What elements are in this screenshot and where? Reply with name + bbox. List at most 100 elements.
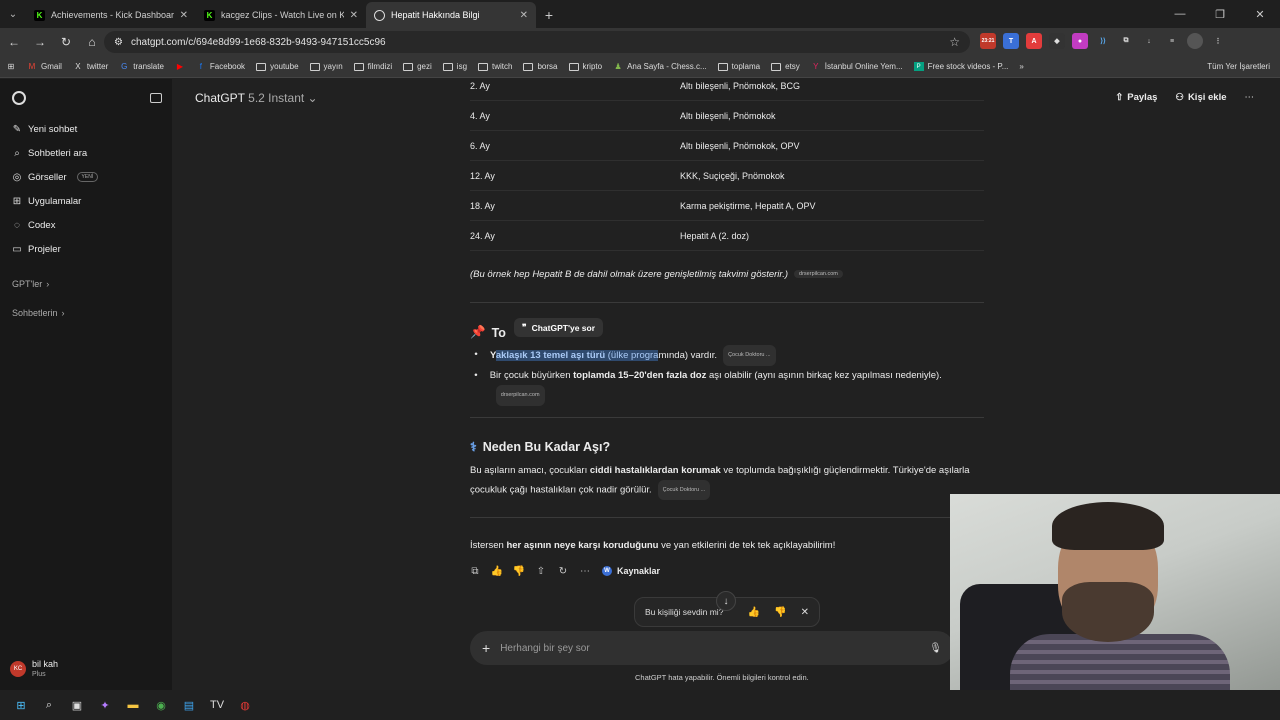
more-icon[interactable]: ⋯ (580, 566, 590, 577)
ask-chatgpt-tooltip[interactable]: ❞ ChatGPT'ye sor (514, 318, 604, 337)
tab-kick-clips[interactable]: K kacgez Clips - Watch Live on Ki ✕ (196, 2, 366, 28)
sidebar-section-chats[interactable]: Sohbetlerin › (0, 298, 172, 327)
download-icon[interactable]: ↓ (1141, 33, 1157, 49)
tab-search-button[interactable]: ⌄ (0, 0, 26, 28)
sources-button[interactable]: W Kaynaklar (602, 566, 660, 576)
menu-kebab-icon[interactable]: ⋮ (1210, 33, 1226, 49)
thumbs-down-icon[interactable]: 👎 (774, 607, 786, 618)
forward-icon[interactable]: → (28, 30, 52, 54)
windows-start-icon[interactable]: ⊞ (12, 696, 30, 714)
sidebar-item-codex[interactable]: ◌ Codex (0, 213, 172, 237)
bookmark-folder-twitch[interactable]: twitch (478, 62, 512, 71)
bookmark-star-icon[interactable]: ☆ (949, 35, 960, 49)
copy-icon[interactable]: ⧉ (470, 566, 480, 577)
all-bookmarks[interactable]: Tüm Yer İşaretleri (1203, 62, 1270, 71)
bookmark-folder-isg[interactable]: isg (442, 62, 467, 71)
add-person-button[interactable]: ⚇ Kişi ekle (1175, 92, 1226, 103)
image-icon: ◎ (12, 171, 22, 183)
minimize-icon[interactable]: — (1160, 0, 1200, 28)
home-icon[interactable]: ⌂ (80, 30, 104, 54)
source-chip[interactable]: drserpilcan.com (495, 385, 545, 406)
back-icon[interactable]: ← (2, 30, 26, 54)
bookmark-folder-borsa[interactable]: borsa (523, 62, 558, 71)
new-badge: YENİ (76, 172, 99, 182)
more-bookmarks-icon[interactable]: » (1019, 62, 1023, 71)
bookmark-twitter[interactable]: Xtwitter (73, 62, 108, 71)
bookmark-folder-etsy[interactable]: etsy (771, 62, 800, 71)
adblock-extension-icon[interactable]: A (1026, 33, 1042, 49)
extension-icon[interactable]: ● (1072, 33, 1088, 49)
tab-hepatit[interactable]: Hepatit Hakkında Bilgi ✕ (366, 2, 536, 28)
user-menu[interactable]: KC bil kah Plus (10, 659, 58, 678)
bookmark-youtube-shortcut[interactable]: ▶ (175, 62, 185, 71)
folder-icon (523, 62, 534, 71)
tab-kick-achievements[interactable]: K Achievements - Kick Dashboard ✕ (26, 2, 196, 28)
sidebar-item-apps[interactable]: ⊞ Uygulamalar (0, 189, 172, 213)
source-chip[interactable]: Çocuk Doktoru ... (723, 345, 776, 366)
bookmark-folder-youtube[interactable]: youtube (256, 62, 299, 71)
bookmark-gmail[interactable]: M Gmail (27, 62, 62, 71)
source-chip[interactable]: Çocuk Doktoru ... (657, 480, 711, 500)
folder-icon: ▭ (12, 243, 22, 255)
user-name: bil kah (32, 659, 59, 669)
close-icon[interactable]: ✕ (801, 607, 809, 618)
close-tab-icon[interactable]: ✕ (180, 10, 188, 21)
more-options-icon[interactable]: ⋯ (1245, 92, 1255, 103)
reload-icon[interactable]: ↻ (54, 30, 78, 54)
tradingview-icon[interactable]: TV (208, 696, 226, 714)
microphone-icon[interactable]: 🎙 (929, 643, 942, 654)
bookmark-chess[interactable]: ♟ Ana Sayfa - Chess.c... (613, 62, 706, 71)
model-selector[interactable]: ChatGPT 5.2 Instant ⌄ (195, 91, 318, 105)
obs-icon[interactable]: ◍ (236, 696, 254, 714)
extensions-puzzle-icon[interactable]: ⧉ (1118, 33, 1134, 49)
bookmark-folder-toplama[interactable]: toplama (717, 62, 760, 71)
table-row: 2. Ay Altı bileşenli, Pnömokok, BCG (470, 79, 984, 101)
bookmark-istanbul[interactable]: Y İstanbul Online Yem... (811, 62, 903, 71)
tab-media-icon[interactable]: ≡ (1164, 33, 1180, 49)
sidebar-item-projects[interactable]: ▭ Projeler (0, 237, 172, 261)
extension-badge[interactable]: 23:21 (980, 33, 996, 49)
sidebar-section-gpts[interactable]: GPT'ler › (0, 269, 172, 298)
thumbs-up-icon[interactable]: 👍 (491, 566, 503, 577)
restore-icon[interactable]: ❐ (1200, 0, 1240, 28)
profile-avatar[interactable] (1187, 33, 1203, 49)
extension-icon[interactable]: ⟩⟩ (1095, 33, 1111, 49)
bookmark-folder-yayin[interactable]: yayın (309, 62, 343, 71)
close-tab-icon[interactable]: ✕ (350, 10, 358, 21)
sidebar-item-new-chat[interactable]: ✎ Yeni sohbet (0, 117, 172, 141)
sidebar-item-images[interactable]: ◎ Görseller YENİ (0, 165, 172, 189)
chrome-icon[interactable]: ◉ (152, 696, 170, 714)
bookmark-folder-gezi[interactable]: gezi (403, 62, 432, 71)
share-icon[interactable]: ⇧ (536, 566, 546, 577)
bookmark-folder-filmdizi[interactable]: filmdizi (353, 62, 392, 71)
share-button[interactable]: ⇧ Paylaş (1115, 92, 1157, 103)
translate-extension-icon[interactable]: T (1003, 33, 1019, 49)
copilot-icon[interactable]: ✦ (96, 696, 114, 714)
site-info-icon[interactable]: ⚙ (114, 37, 123, 48)
bookmark-translate[interactable]: Gtranslate (119, 62, 164, 71)
extension-icon[interactable]: ◆ (1049, 33, 1065, 49)
openai-logo-icon[interactable] (12, 91, 26, 105)
task-view-icon[interactable]: ▣ (68, 696, 86, 714)
sidebar-toggle-icon[interactable] (150, 93, 162, 103)
plus-icon[interactable]: + (482, 640, 490, 656)
sidebar-item-search[interactable]: ⌕ Sohbetleri ara (0, 141, 172, 165)
regenerate-icon[interactable]: ↻ (558, 566, 568, 577)
apps-grid-icon[interactable]: ⊞ (6, 62, 16, 71)
file-explorer-icon[interactable]: ▬ (124, 696, 142, 714)
search-icon[interactable]: ⌕ (40, 696, 58, 714)
bookmark-folder-kripto[interactable]: kripto (568, 62, 602, 71)
chat-input[interactable]: + Herhangi bir şey sor 🎙 (470, 631, 954, 665)
thumbs-up-icon[interactable]: 👍 (748, 607, 760, 618)
new-tab-button[interactable]: + (536, 2, 562, 28)
source-chip[interactable]: drserpilcan.com (794, 270, 843, 279)
thumbs-down-icon[interactable]: 👎 (513, 566, 525, 577)
browser-tab-bar: ⌄ K Achievements - Kick Dashboard ✕ K ka… (0, 0, 1280, 28)
close-window-icon[interactable]: ✕ (1240, 0, 1280, 28)
scroll-down-button[interactable]: ↓ (716, 591, 736, 611)
bookmark-facebook[interactable]: f Facebook (196, 62, 245, 71)
bookmark-stock-videos[interactable]: P Free stock videos - P... (913, 62, 1008, 71)
close-tab-icon[interactable]: ✕ (520, 10, 528, 21)
address-bar[interactable]: ⚙ chatgpt.com/c/694e8d99-1e68-832b-9493-… (104, 31, 970, 53)
app-icon[interactable]: ▤ (180, 696, 198, 714)
